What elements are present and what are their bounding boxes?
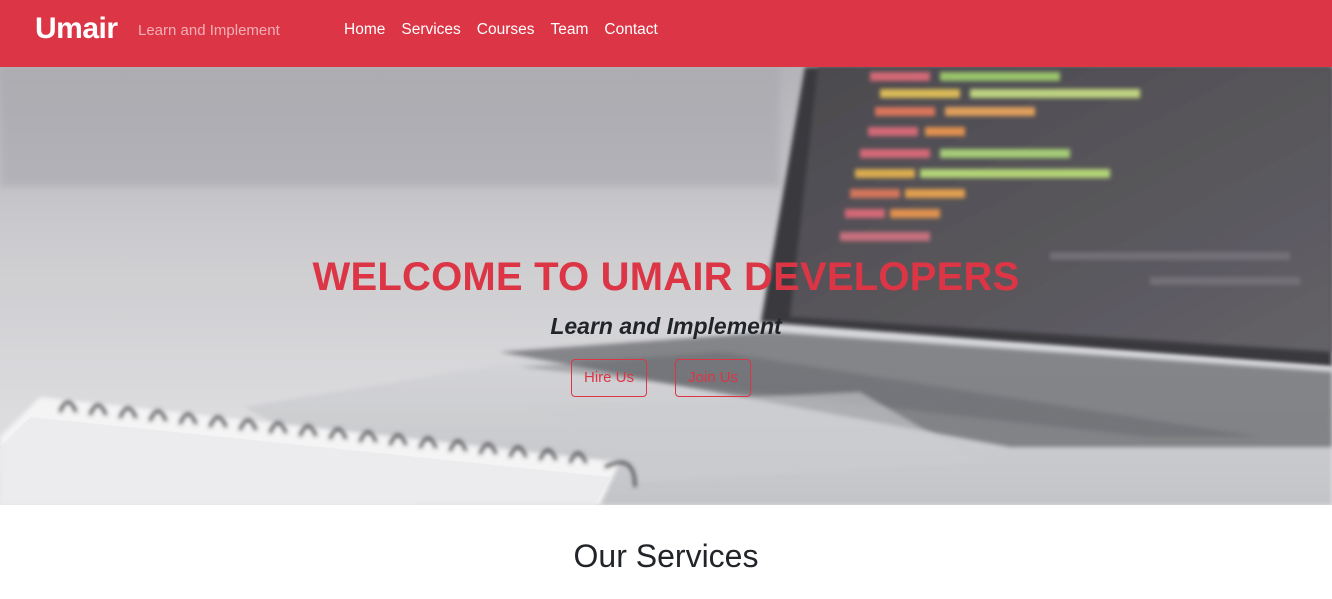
nav-link-home[interactable]: Home <box>344 21 385 39</box>
hero-subtitle: Learn and Implement <box>550 313 782 339</box>
nav-link-team[interactable]: Team <box>551 21 589 39</box>
join-us-button[interactable]: Join Us <box>675 359 752 397</box>
hero-buttons: Hire Us Join Us <box>571 359 752 397</box>
brand-logo[interactable]: Umair <box>35 12 118 46</box>
navbar: Umair Learn and Implement Home Services … <box>0 0 1332 67</box>
brand-tagline: Learn and Implement <box>138 22 280 39</box>
nav-links: Home Services Courses Team Contact <box>344 21 674 39</box>
hero-section: WELCOME TO UMAIR DEVELOPERS Learn and Im… <box>0 67 1332 505</box>
hero-title: WELCOME TO UMAIR DEVELOPERS <box>312 255 1020 299</box>
hire-us-button[interactable]: Hire Us <box>571 359 648 397</box>
nav-link-services[interactable]: Services <box>401 21 460 39</box>
nav-link-courses[interactable]: Courses <box>477 21 535 39</box>
services-heading: Our Services <box>573 538 759 574</box>
nav-link-contact[interactable]: Contact <box>604 21 657 39</box>
